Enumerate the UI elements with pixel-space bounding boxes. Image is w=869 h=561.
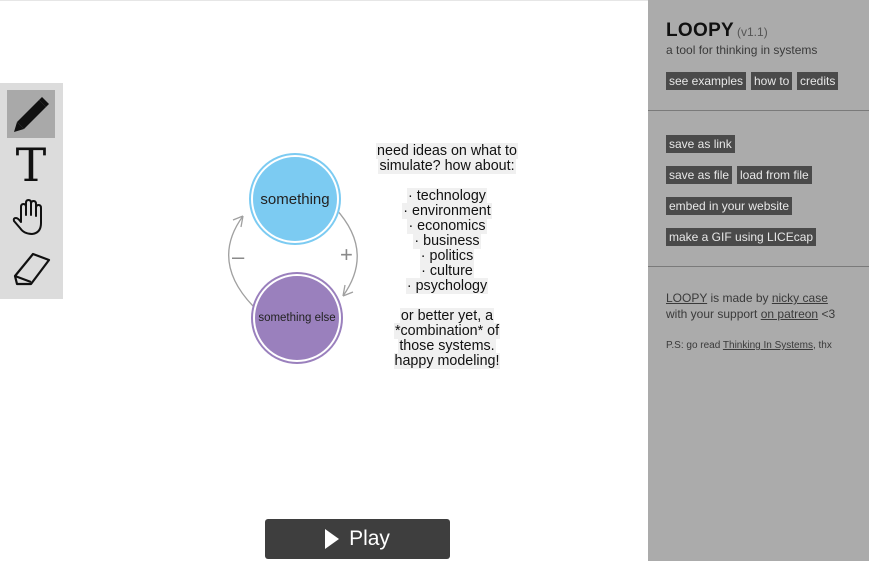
text-tool[interactable]: T xyxy=(7,141,55,189)
plus-sign: + xyxy=(340,242,353,267)
app-title: LOOPY xyxy=(666,20,735,41)
save-as-link-button[interactable]: save as link xyxy=(666,135,735,153)
ps-prefix: P.S: go read xyxy=(666,340,723,351)
credit-heart: <3 xyxy=(818,307,836,321)
app-version: (v1.1) xyxy=(737,25,768,39)
hand-tool[interactable] xyxy=(7,193,55,241)
ideas-text: need ideas on what to simulate? how abou… xyxy=(362,143,532,369)
canvas-area[interactable]: T something something else + – need idea… xyxy=(0,0,648,561)
text-icon: T xyxy=(15,138,47,192)
divider xyxy=(648,110,869,111)
ideas-closing-line: those systems. xyxy=(398,338,496,354)
patreon-link[interactable]: on patreon xyxy=(761,307,818,321)
loop-diagram: something something else + – xyxy=(215,146,365,371)
pencil-tool[interactable] xyxy=(7,90,55,138)
node-something-else[interactable]: something else xyxy=(253,274,341,362)
embed-button[interactable]: embed in your website xyxy=(666,197,793,215)
ideas-heading-line1: need ideas on what to xyxy=(376,143,518,159)
credit-line-1: LOOPY is made by nicky case xyxy=(666,291,828,305)
save-as-file-button[interactable]: save as file xyxy=(666,166,733,184)
ps-suffix: , thx xyxy=(812,340,832,351)
ideas-heading-line2: simulate? how about: xyxy=(378,158,516,174)
ideas-closing-line: *combination* of xyxy=(393,323,501,339)
node-something[interactable]: something xyxy=(251,155,339,243)
divider xyxy=(648,266,869,267)
how-to-button[interactable]: how to xyxy=(751,72,793,90)
author-link[interactable]: nicky case xyxy=(772,291,828,305)
app-subtitle: a tool for thinking in systems xyxy=(666,43,818,57)
credits-button[interactable]: credits xyxy=(797,72,839,90)
ps-line: P.S: go read Thinking In Systems, thx xyxy=(666,340,832,351)
credit-with: with your support xyxy=(666,307,761,321)
ideas-item: · environment xyxy=(402,203,492,219)
pencil-icon xyxy=(14,97,49,132)
make-gif-button[interactable]: make a GIF using LICEcap xyxy=(666,228,817,246)
see-examples-button[interactable]: see examples xyxy=(666,72,747,90)
ideas-item: · culture xyxy=(420,263,474,279)
title-row: LOOPY (v1.1) xyxy=(666,20,768,42)
credit-line-2: with your support on patreon <3 xyxy=(666,307,835,321)
loopy-link[interactable]: LOOPY xyxy=(666,291,707,305)
ideas-item: · technology xyxy=(407,188,487,204)
play-button[interactable]: Play xyxy=(265,519,450,559)
hand-icon xyxy=(12,199,42,235)
minus-sign: – xyxy=(232,244,245,269)
eraser-tool[interactable] xyxy=(7,244,55,292)
node-something-else-label: something else xyxy=(258,312,336,324)
eraser-icon xyxy=(13,252,51,286)
ideas-item: · business xyxy=(413,233,481,249)
play-label: Play xyxy=(349,527,390,550)
ideas-closing-line: happy modeling! xyxy=(393,353,501,369)
ideas-item: · economics xyxy=(407,218,487,234)
ideas-item: · psychology xyxy=(405,278,489,294)
load-from-file-button[interactable]: load from file xyxy=(737,166,812,184)
ideas-closing-line: or better yet, a xyxy=(399,308,495,324)
node-something-label: something xyxy=(260,190,330,208)
toolbar: T xyxy=(0,83,63,299)
credit-made-by: is made by xyxy=(707,291,772,305)
play-icon xyxy=(325,529,340,549)
sidebar: LOOPY (v1.1) a tool for thinking in syste… xyxy=(648,0,869,561)
ideas-item: · politics xyxy=(419,248,475,264)
book-link[interactable]: Thinking In Systems xyxy=(723,340,813,351)
